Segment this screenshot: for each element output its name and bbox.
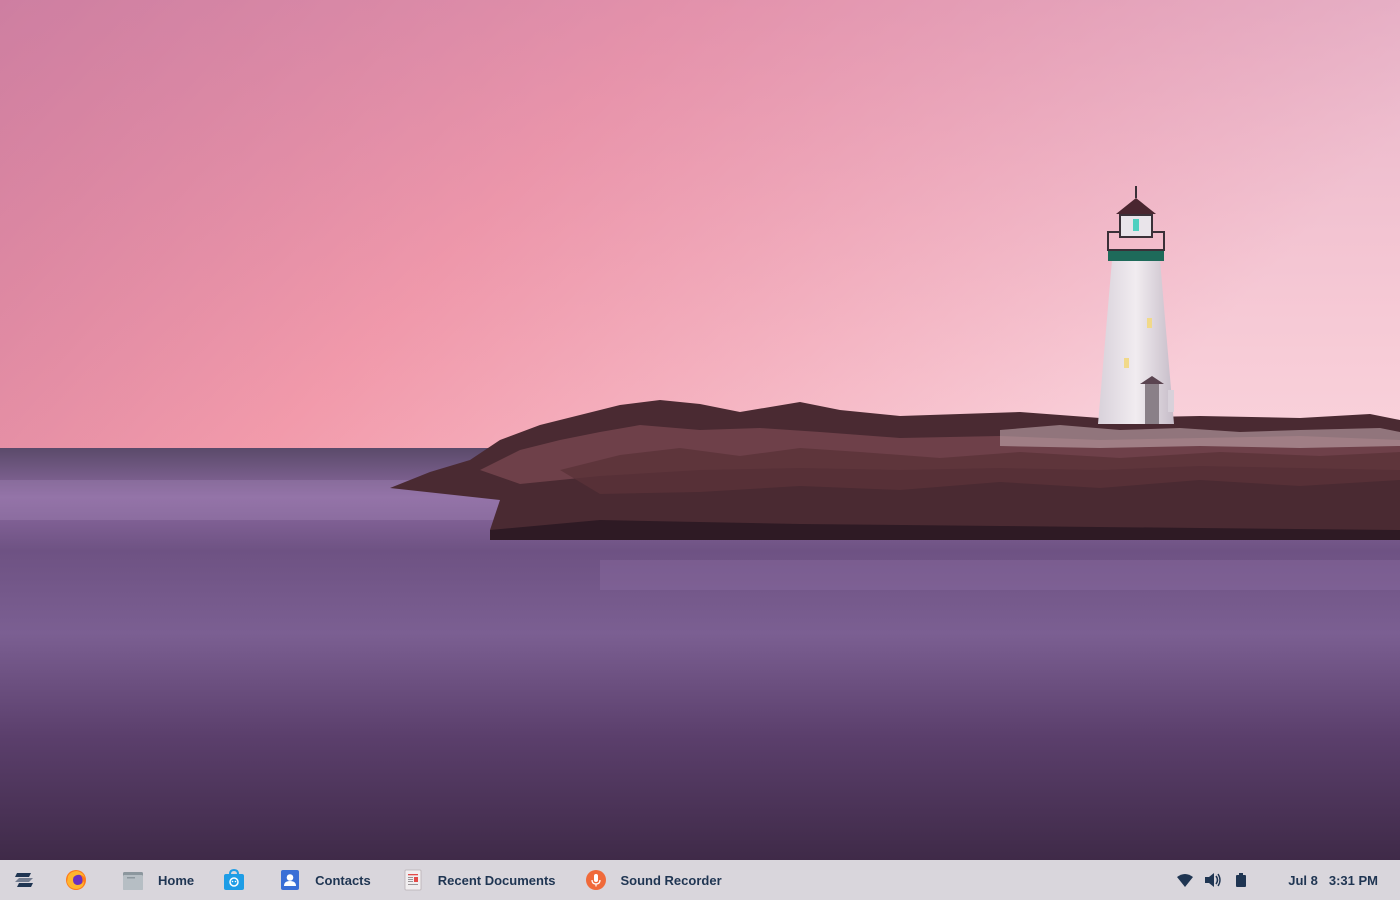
battery-icon[interactable]	[1232, 871, 1250, 889]
taskbar: Home Contacts Recent Documents Sound Rec…	[0, 860, 1400, 900]
wifi-icon[interactable]	[1176, 871, 1194, 889]
system-tray: Jul 8 3:31 PM	[1176, 860, 1400, 900]
clock-date: Jul 8	[1288, 872, 1318, 888]
firefox-button[interactable]	[65, 860, 87, 900]
documents-icon	[402, 869, 424, 891]
taskbar-item-label: Recent Documents	[437, 872, 556, 888]
volume-icon[interactable]	[1204, 871, 1222, 889]
contacts-icon	[279, 869, 301, 891]
desktop[interactable]: Home Contacts Recent Documents Sound Rec…	[0, 0, 1400, 900]
clock-button[interactable]: Jul 8 3:31 PM	[1288, 873, 1378, 888]
taskbar-item-contacts[interactable]: Contacts	[279, 860, 371, 900]
taskbar-item-label: Home	[158, 872, 195, 888]
software-store-icon	[223, 869, 245, 891]
taskbar-item-label: Contacts	[315, 872, 371, 888]
taskbar-item-recent-documents[interactable]: Recent Documents	[402, 860, 556, 900]
zorin-menu-button[interactable]	[13, 860, 35, 900]
taskbar-item-sound-recorder[interactable]: Sound Recorder	[585, 860, 722, 900]
zorin-logo-icon	[13, 869, 35, 891]
clock-time: 3:31 PM	[1328, 872, 1378, 888]
microphone-icon	[585, 869, 607, 891]
folder-icon	[122, 869, 144, 891]
taskbar-item-home[interactable]: Home	[122, 860, 194, 900]
firefox-icon	[65, 869, 87, 891]
software-store-button[interactable]	[223, 860, 245, 900]
taskbar-item-label: Sound Recorder	[620, 872, 722, 888]
desktop-wallpaper	[0, 0, 1400, 860]
